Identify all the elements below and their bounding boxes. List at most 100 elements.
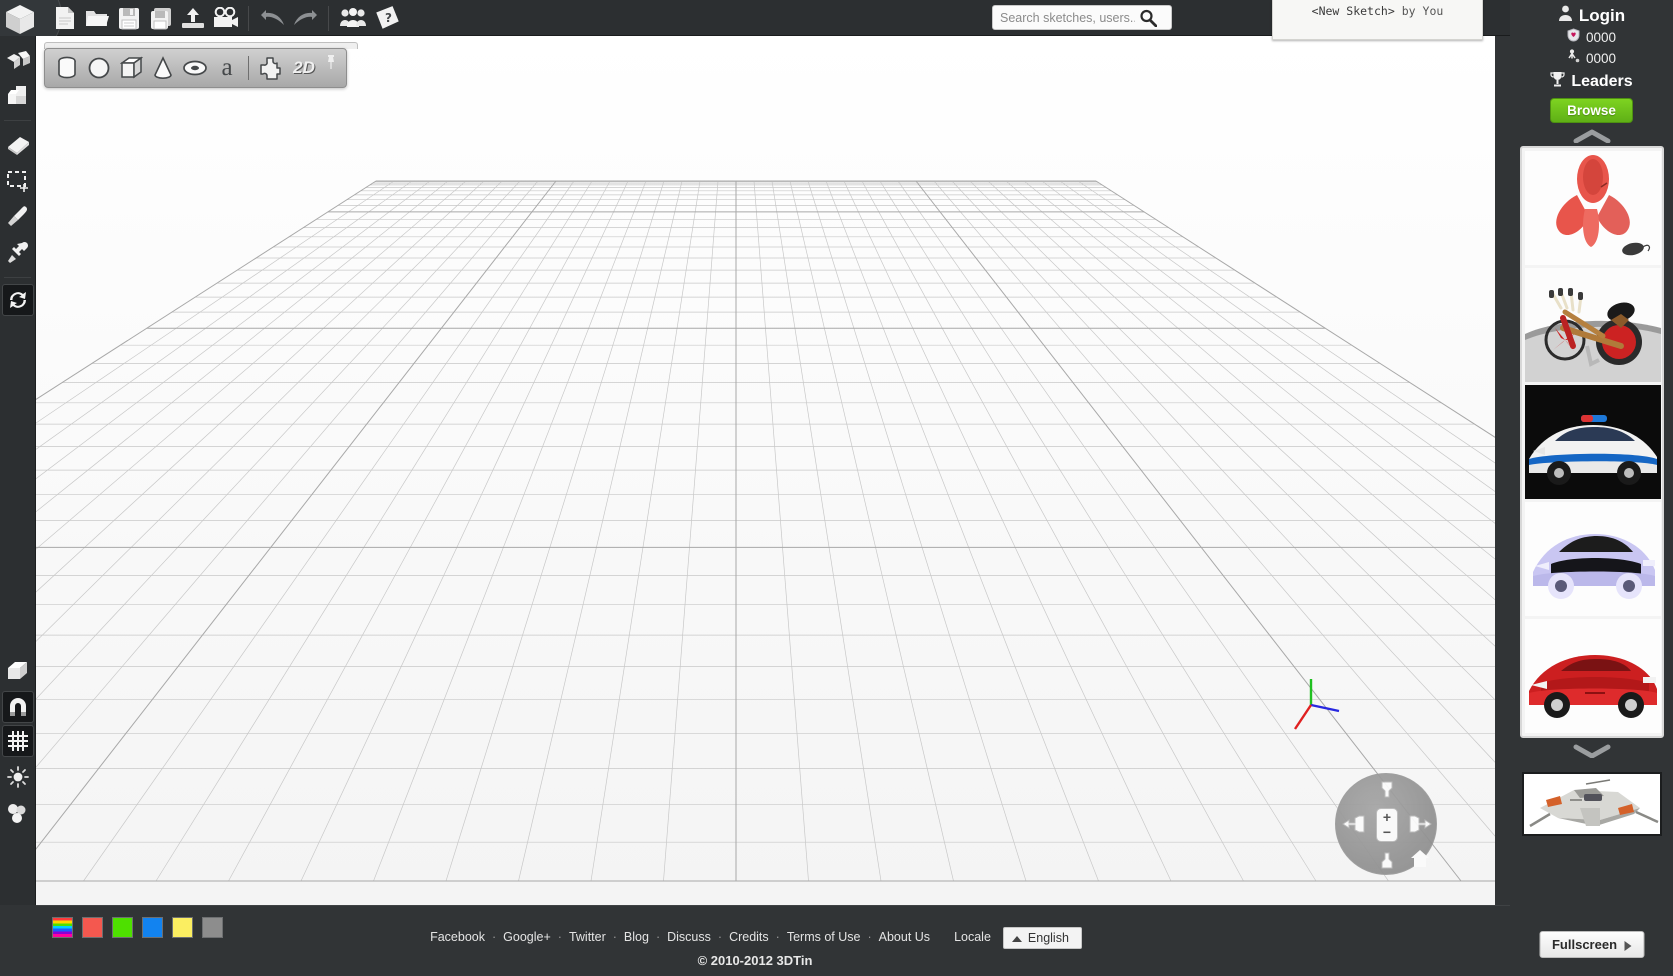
toolbar-divider-1 <box>248 6 249 31</box>
nav-home[interactable] <box>1409 847 1431 869</box>
locale-value: English <box>1027 931 1069 945</box>
sketch-title-panel: <New Sketch> by You <box>1272 0 1483 40</box>
featured-snowspeeder[interactable] <box>1521 772 1662 836</box>
open-folder-button[interactable] <box>82 3 112 33</box>
tool-shape-view[interactable] <box>0 653 36 689</box>
letter-a-icon: a <box>221 54 233 81</box>
footer-link-blog[interactable]: Blog <box>622 930 651 944</box>
tool-cylinder[interactable] <box>51 52 83 84</box>
tool-snap[interactable] <box>2 691 34 723</box>
help-book-button[interactable]: ? <box>372 3 402 33</box>
nav-pan-down[interactable] <box>1377 848 1397 870</box>
svg-text:?: ? <box>385 11 392 25</box>
login-section: Login 0000 0000 Leaders Browse <box>1510 0 1673 123</box>
tool-box[interactable] <box>115 52 147 84</box>
nav-pan-up[interactable] <box>1377 780 1397 802</box>
footer-link-about[interactable]: About Us <box>877 930 932 944</box>
caret-up-icon <box>1011 935 1022 942</box>
footer-link-googleplus[interactable]: Google+ <box>501 930 553 944</box>
record-movie-button[interactable] <box>210 3 240 33</box>
locale-label: Locale <box>954 930 991 945</box>
community-button[interactable] <box>338 3 368 33</box>
undo-button[interactable] <box>258 3 288 33</box>
new-file-button[interactable] <box>50 3 80 33</box>
perspective-grid <box>36 36 1495 905</box>
footer-link-twitter[interactable]: Twitter <box>567 930 608 944</box>
thumb-police-car[interactable] <box>1524 385 1661 499</box>
bottom-divider <box>36 905 1510 906</box>
login-link[interactable]: Login <box>1579 6 1625 26</box>
tool-divider-1 <box>4 120 31 121</box>
nav-zoom-out[interactable]: − <box>1383 825 1391 840</box>
shield-heart-icon <box>1567 28 1580 47</box>
pin-toolbar-button[interactable] <box>322 52 340 84</box>
footer-links: Facebook · Google+ · Twitter · Blog · Discuss · Cr… <box>0 927 1510 949</box>
tool-eyedropper[interactable] <box>0 235 36 271</box>
tool-eraser[interactable] <box>0 127 36 163</box>
tool-cone[interactable] <box>147 52 179 84</box>
axis-x <box>1294 704 1312 730</box>
login-row[interactable]: Login <box>1510 5 1673 26</box>
tool-grid[interactable] <box>2 725 34 757</box>
tool-material[interactable] <box>0 795 36 831</box>
tool-plugin[interactable] <box>254 52 286 84</box>
triangle-right-icon <box>1624 940 1632 951</box>
navigation-wheel: + − <box>1335 773 1437 875</box>
shapebar-divider <box>248 56 249 80</box>
stat-user-value: 0000 <box>1585 51 1617 66</box>
tool-light[interactable] <box>0 759 36 795</box>
tool-select[interactable] <box>0 163 36 199</box>
thumb-red-sportscar[interactable] <box>1524 619 1661 733</box>
tool-2d[interactable]: 2D <box>286 52 322 84</box>
search-input[interactable] <box>1000 7 1135 28</box>
sketch-title-text[interactable]: <New Sketch> <box>1312 4 1395 18</box>
leaders-link[interactable]: Leaders <box>1571 73 1632 91</box>
browse-button[interactable]: Browse <box>1550 98 1633 123</box>
tool-pushpull[interactable] <box>0 42 36 78</box>
fullscreen-label: Fullscreen <box>1551 937 1618 952</box>
thumb-red-figure[interactable] <box>1524 151 1661 265</box>
redo-button[interactable] <box>290 3 320 33</box>
3dtin-app-window: ? <New Sketch> by You <box>0 0 1673 976</box>
nav-pan-right[interactable] <box>1407 814 1433 834</box>
tool-blocks[interactable] <box>0 78 36 114</box>
chevron-up-icon[interactable] <box>1572 129 1612 143</box>
footer-link-terms[interactable]: Terms of Use <box>785 930 863 944</box>
nav-zoom-group: + − <box>1376 808 1398 842</box>
3d-viewport[interactable]: a 2D + − <box>36 36 1495 905</box>
stat-shield-value: 0000 <box>1585 30 1617 45</box>
cube-logo-icon[interactable] <box>2 0 38 38</box>
search-box[interactable] <box>992 5 1172 30</box>
thumb-lavender-car[interactable] <box>1524 502 1661 616</box>
left-tool-palette <box>0 36 36 905</box>
footer-link-facebook[interactable]: Facebook <box>428 930 487 944</box>
fullscreen-button[interactable]: Fullscreen <box>1538 931 1645 958</box>
export-upload-button[interactable] <box>178 3 208 33</box>
nav-pan-left[interactable] <box>1341 814 1367 834</box>
footer-link-discuss[interactable]: Discuss <box>665 930 713 944</box>
chevron-down-icon[interactable] <box>1572 744 1612 758</box>
tool-torus[interactable] <box>179 52 211 84</box>
toolbar-divider-2 <box>328 6 329 31</box>
stat-user-row: 0000 <box>1510 49 1673 68</box>
save-button[interactable] <box>114 3 144 33</box>
shape-tool-bar: a 2D <box>44 48 347 88</box>
axis-y <box>1310 703 1340 713</box>
tool-divider-2 <box>4 277 31 278</box>
sketch-author-name[interactable]: You <box>1423 4 1444 18</box>
leaders-row[interactable]: Leaders <box>1510 71 1673 92</box>
person-pin-icon <box>1567 49 1580 68</box>
trophy-icon <box>1550 71 1565 92</box>
sketch-author-prefix: by <box>1401 4 1416 18</box>
user-silhouette-icon <box>1558 5 1573 26</box>
tool-text[interactable]: a <box>211 52 243 84</box>
tool-rotate[interactable] <box>2 284 34 316</box>
nav-zoom-in[interactable]: + <box>1383 810 1391 825</box>
tool-paint[interactable] <box>0 199 36 235</box>
tool-sphere[interactable] <box>83 52 115 84</box>
thumb-chopper-bike[interactable] <box>1524 268 1661 382</box>
footer-link-credits[interactable]: Credits <box>727 930 771 944</box>
locale-select[interactable]: English <box>1002 927 1082 949</box>
magnifier-icon[interactable] <box>1135 6 1161 29</box>
save-as-button[interactable] <box>146 3 176 33</box>
